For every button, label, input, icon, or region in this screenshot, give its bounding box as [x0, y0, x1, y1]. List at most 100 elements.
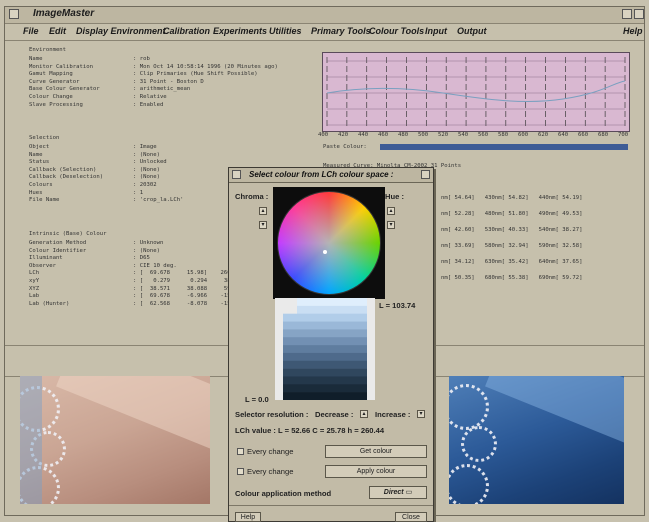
minimize-icon[interactable]	[622, 9, 632, 19]
fabric-fold	[485, 376, 624, 462]
hue-label: Hue :	[385, 192, 404, 201]
field-label: xyY	[29, 278, 40, 284]
dialog-menu-icon[interactable]	[232, 170, 241, 179]
menu-file[interactable]: File	[23, 26, 39, 36]
intrinsic-heading: Intrinsic (Base) Colour	[29, 231, 107, 237]
lightness-swatch[interactable]	[283, 329, 367, 338]
lightness-swatch[interactable]	[283, 321, 367, 330]
field-label: Callback (Deselection)	[29, 174, 104, 181]
field-label: Colour Identifier	[29, 247, 87, 254]
lightness-swatch[interactable]	[283, 376, 367, 385]
lch-colour-dialog: Select colour from LCh colour space : Ch…	[228, 167, 434, 522]
lightness-swatch-panel[interactable]	[275, 298, 375, 401]
field-value: : Image	[133, 144, 157, 150]
field-label: Callback (Selection)	[29, 166, 97, 173]
lightness-swatch[interactable]	[283, 352, 367, 362]
lightness-swatches[interactable]	[275, 298, 375, 401]
increase-label: Increase :	[375, 410, 411, 419]
decrease-label: Decrease :	[315, 410, 354, 419]
field-label: Object	[29, 144, 50, 150]
menu-primary-tools[interactable]: Primary Tools	[311, 26, 371, 36]
hue-decrease-button[interactable]: ▾	[387, 221, 395, 229]
apply-colour-button[interactable]: Apply colour	[325, 465, 427, 478]
every-change-checkbox-2[interactable]	[237, 468, 244, 475]
close-button[interactable]: Close	[395, 512, 427, 522]
hue-chroma-wheel[interactable]	[277, 191, 381, 295]
graph-tick-label: 540	[458, 132, 469, 138]
lightness-swatch[interactable]	[283, 392, 367, 401]
resolution-increase-button[interactable]: ▾	[417, 410, 425, 418]
field-label: LCh	[29, 270, 40, 277]
field-label: Lab (Hunter)	[29, 300, 70, 307]
measured-row: nm[ 33.69] 580nm[ 32.94] 590nm[ 32.58]	[441, 243, 583, 249]
every-change-label-2: Every change	[247, 467, 294, 476]
lightness-swatch[interactable]	[283, 313, 367, 322]
option-menu-icon: ▭	[405, 489, 413, 496]
menu-input[interactable]: Input	[425, 26, 447, 36]
get-colour-button[interactable]: Get colour	[325, 445, 427, 458]
menu-colour-tools[interactable]: Colour Tools	[369, 26, 424, 36]
lightness-swatch[interactable]	[283, 368, 367, 377]
application-method-select[interactable]: Direct ▭	[369, 486, 427, 499]
field-value: : D65	[133, 255, 150, 262]
menu-output[interactable]: Output	[457, 26, 487, 36]
field-value: : Unlocked	[133, 159, 167, 166]
field-label: Observer	[29, 262, 56, 269]
lightness-swatch[interactable]	[283, 360, 367, 369]
spectral-plot	[326, 57, 626, 127]
field-value: : (None)	[133, 151, 160, 158]
recoloured-fabric-image	[449, 376, 624, 504]
chroma-label: Chroma :	[235, 192, 269, 201]
dialog-title-bar: Select colour from LCh colour space :	[229, 168, 433, 183]
chroma-increase-button[interactable]: ▴	[259, 207, 267, 215]
hue-increase-button[interactable]: ▴	[387, 207, 395, 215]
app-title: ImageMaster	[33, 8, 95, 19]
field-value: : rob	[133, 56, 150, 62]
dialog-title: Select colour from LCh colour space :	[249, 170, 394, 179]
field-label: Hues	[29, 189, 43, 196]
menu-calibration[interactable]: Calibration	[163, 26, 210, 36]
resolution-decrease-button[interactable]: ▴	[360, 410, 368, 418]
dialog-maximize-icon[interactable]	[421, 170, 430, 179]
menu-experiments[interactable]: Experiments	[213, 26, 267, 36]
l-min-label: L = 0.0	[245, 395, 269, 404]
maximize-icon[interactable]	[634, 9, 644, 19]
field-label: Illuminant	[29, 255, 63, 262]
lightness-swatch[interactable]	[283, 384, 367, 393]
chroma-decrease-button[interactable]: ▾	[259, 221, 267, 229]
window-menu-icon[interactable]	[9, 9, 19, 19]
graph-tick-label: 580	[498, 132, 509, 138]
field-value: : 31 Point - Boston D	[133, 78, 204, 85]
graph-tick-label: 520	[438, 132, 449, 138]
menu-help[interactable]: Help	[623, 26, 643, 36]
field-label: Name	[29, 151, 43, 158]
menu-edit[interactable]: Edit	[49, 26, 66, 36]
lace-pattern	[461, 426, 497, 462]
lightness-swatch[interactable]	[297, 298, 367, 307]
lightness-swatch[interactable]	[283, 345, 367, 354]
field-label: Lab	[29, 293, 40, 300]
lace-background	[20, 376, 42, 504]
selection-heading: Selection	[29, 135, 60, 141]
menu-utilities[interactable]: Utilities	[269, 26, 302, 36]
lace-pattern	[449, 464, 489, 504]
lightness-swatch[interactable]	[283, 337, 367, 346]
help-button[interactable]: Help	[235, 512, 261, 522]
graph-tick-label: 700	[618, 132, 629, 138]
field-value: : CIE 10 deg.	[133, 262, 177, 269]
field-value: : Mon Oct 14 10:58:14 1996 (20 Minutes a…	[133, 63, 278, 70]
graph-tick-label: 480	[398, 132, 409, 138]
field-label: Colours	[29, 182, 53, 188]
field-value: : (None)	[133, 174, 160, 181]
field-label: Base Colour Generator	[29, 86, 100, 93]
spectral-curve	[326, 80, 626, 102]
every-change-checkbox-1[interactable]	[237, 448, 244, 455]
graph-tick-label: 680	[598, 132, 609, 138]
graph-tick-label: 420	[338, 132, 349, 138]
field-label: Name	[29, 56, 43, 62]
application-method-label: Colour application method	[235, 489, 332, 498]
paste-colour-bar[interactable]	[380, 144, 628, 150]
original-fabric-image	[20, 376, 210, 504]
menu-display-environment[interactable]: Display Environment	[76, 26, 166, 36]
lightness-swatch[interactable]	[297, 305, 367, 314]
